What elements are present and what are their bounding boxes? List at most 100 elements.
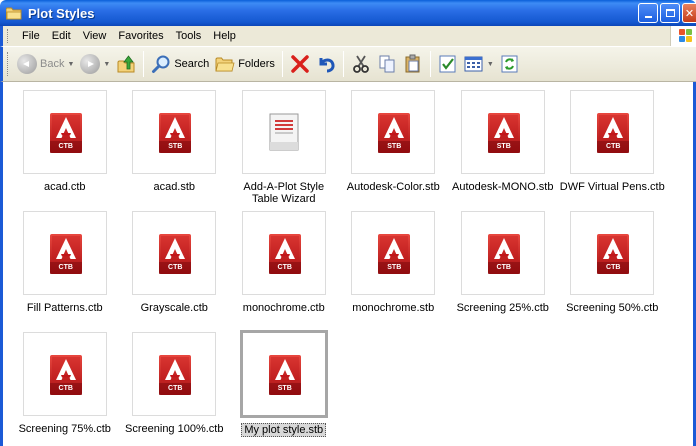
file-name[interactable]: DWF Virtual Pens.ctb — [559, 181, 665, 193]
forward-dropdown-icon[interactable]: ▼ — [103, 61, 110, 68]
file-name[interactable]: acad.stb — [121, 181, 227, 193]
file-item[interactable]: STB Autodesk-Color.stb — [339, 86, 449, 207]
delete-icon — [291, 55, 309, 73]
minimize-button[interactable] — [638, 3, 658, 23]
file-view[interactable]: CTB acad.ctb STB acad.stb Add-A-Plot Sty… — [0, 82, 696, 446]
file-name[interactable]: Grayscale.ctb — [121, 302, 227, 314]
title-bar[interactable]: Plot Styles ✕ — [0, 0, 696, 26]
search-button[interactable]: Search — [148, 50, 212, 78]
file-type-badge: CTB — [496, 264, 511, 271]
cut-button[interactable] — [348, 50, 374, 78]
file-thumbnail[interactable]: CTB — [132, 211, 217, 295]
maximize-icon — [665, 9, 675, 17]
back-button[interactable]: Back ▼ — [14, 50, 77, 78]
file-name[interactable]: Autodesk-Color.stb — [340, 181, 446, 193]
file-thumbnail[interactable] — [241, 90, 326, 174]
file-thumbnail[interactable]: CTB — [22, 211, 107, 295]
file-item[interactable]: STB acad.stb — [120, 86, 230, 207]
file-item[interactable]: CTB Screening 50%.ctb — [558, 207, 668, 328]
close-button[interactable]: ✕ — [682, 3, 696, 23]
file-thumbnail[interactable]: STB — [132, 90, 217, 174]
undo-button[interactable] — [313, 50, 339, 78]
windows-logo-icon — [670, 26, 696, 46]
menu-file[interactable]: File — [16, 30, 46, 42]
file-thumbnail[interactable]: CTB — [132, 332, 217, 416]
file-item[interactable]: CTB Grayscale.ctb — [120, 207, 230, 328]
file-thumbnail[interactable]: STB — [351, 90, 436, 174]
toolbar-grip[interactable] — [7, 52, 10, 76]
file-name[interactable]: acad.ctb — [12, 181, 118, 193]
file-thumbnail[interactable]: CTB — [460, 211, 545, 295]
file-item[interactable]: STB Autodesk-MONO.stb — [448, 86, 558, 207]
copy-icon — [379, 55, 395, 73]
file-item[interactable]: Add-A-Plot Style Table Wizard — [229, 86, 339, 207]
maximize-button[interactable] — [660, 3, 680, 23]
file-name[interactable]: Screening 50%.ctb — [559, 302, 665, 314]
file-item[interactable]: CTB Screening 75%.ctb — [10, 328, 120, 446]
undo-icon — [319, 58, 335, 73]
search-icon — [152, 55, 170, 73]
toolbar: Back ▼ ▼ Search Folders ▼ — [0, 46, 696, 82]
file-item[interactable]: CTB Fill Patterns.ctb — [10, 207, 120, 328]
search-label: Search — [174, 58, 210, 70]
file-item[interactable]: CTB monochrome.ctb — [229, 207, 339, 328]
folders-icon — [215, 57, 235, 72]
file-thumbnail[interactable]: STB — [351, 211, 436, 295]
menubar-grip[interactable] — [7, 29, 10, 43]
menu-help[interactable]: Help — [207, 30, 242, 42]
file-thumbnail[interactable]: CTB — [22, 332, 107, 416]
file-type-badge: CTB — [58, 143, 73, 150]
file-thumbnail[interactable]: CTB — [570, 211, 655, 295]
file-name[interactable]: My plot style.stb — [241, 423, 327, 437]
folder-icon — [5, 7, 22, 20]
scissors-icon — [352, 55, 369, 73]
paste-icon — [405, 54, 420, 73]
folders-label: Folders — [238, 58, 275, 70]
sync-button[interactable] — [497, 50, 523, 78]
views-dropdown-icon[interactable]: ▼ — [487, 61, 494, 68]
back-dropdown-icon[interactable]: ▼ — [67, 61, 74, 68]
file-name[interactable]: monochrome.ctb — [231, 302, 337, 314]
file-name[interactable]: Screening 25%.ctb — [450, 302, 556, 314]
file-type-badge: CTB — [58, 264, 73, 271]
file-name[interactable]: monochrome.stb — [340, 302, 446, 314]
autocad-file-icon: STB — [486, 112, 520, 153]
copy-button[interactable] — [374, 50, 400, 78]
menu-edit[interactable]: Edit — [46, 30, 77, 42]
forward-button[interactable]: ▼ — [77, 50, 113, 78]
file-item[interactable]: CTB Screening 25%.ctb — [448, 207, 558, 328]
file-item[interactable]: CTB DWF Virtual Pens.ctb — [558, 86, 668, 207]
folders-button[interactable]: Folders — [212, 50, 278, 78]
file-name[interactable]: Fill Patterns.ctb — [12, 302, 118, 314]
menu-view[interactable]: View — [77, 30, 113, 42]
minimize-icon — [644, 16, 652, 18]
autocad-file-icon: CTB — [157, 354, 192, 395]
menu-favorites[interactable]: Favorites — [112, 30, 169, 42]
up-folder-button[interactable] — [113, 50, 139, 78]
toolbar-separator — [342, 51, 344, 77]
delete-button[interactable] — [287, 50, 313, 78]
paste-button[interactable] — [400, 50, 426, 78]
back-arrow-icon — [17, 54, 37, 74]
close-icon: ✕ — [684, 7, 695, 20]
autocad-file-icon: CTB — [595, 112, 630, 153]
file-thumbnail[interactable]: CTB — [570, 90, 655, 174]
file-name[interactable]: Screening 100%.ctb — [121, 423, 227, 435]
file-type-badge: STB — [277, 385, 292, 392]
file-name[interactable]: Screening 75%.ctb — [12, 423, 118, 435]
properties-button[interactable] — [435, 50, 461, 78]
file-item[interactable]: STB My plot style.stb — [229, 328, 339, 446]
file-item[interactable]: STB monochrome.stb — [339, 207, 449, 328]
file-thumbnail[interactable]: CTB — [22, 90, 107, 174]
file-item[interactable]: CTB acad.ctb — [10, 86, 120, 207]
file-name[interactable]: Add-A-Plot Style Table Wizard — [231, 181, 337, 205]
file-name[interactable]: Autodesk-MONO.stb — [450, 181, 556, 193]
file-thumbnail[interactable]: CTB — [241, 211, 326, 295]
file-item[interactable]: CTB Screening 100%.ctb — [120, 328, 230, 446]
views-button[interactable]: ▼ — [461, 50, 497, 78]
menu-tools[interactable]: Tools — [170, 30, 208, 42]
file-type-badge: CTB — [168, 264, 183, 271]
file-thumbnail[interactable]: STB — [239, 330, 328, 418]
autocad-file-icon: CTB — [48, 112, 82, 153]
file-thumbnail[interactable]: STB — [460, 90, 545, 174]
